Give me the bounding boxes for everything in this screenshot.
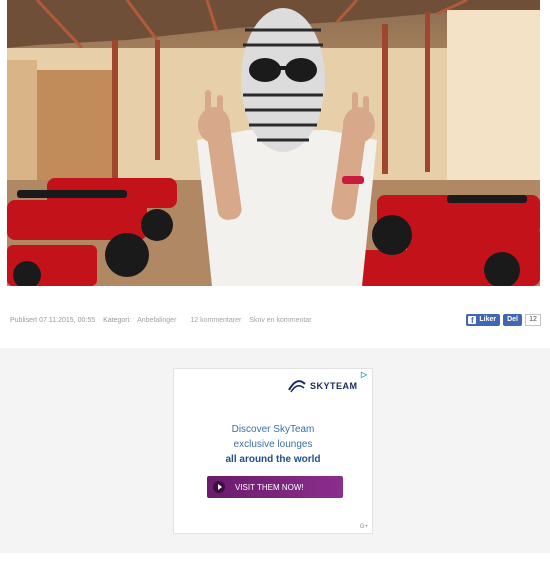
play-icon: [213, 481, 225, 493]
share-label: Del: [507, 316, 518, 323]
write-comment-link[interactable]: Skriv en kommentar: [249, 317, 311, 324]
category-link[interactable]: Anbefalinger: [137, 317, 176, 324]
facebook-buttons: f Liker Del 12: [466, 313, 541, 326]
adchoices-icon[interactable]: ▷: [361, 370, 370, 379]
brand-name: SKYTEAM: [310, 381, 358, 391]
ad-headline-1: Discover SkyTeam: [231, 424, 315, 435]
facebook-share-button[interactable]: Del: [503, 313, 522, 326]
visit-now-button[interactable]: VISIT THEM NOW!: [207, 476, 343, 498]
skyteam-logo-icon: [288, 380, 306, 393]
photo-illustration: [7, 0, 540, 286]
category-label: Kategori:: [103, 317, 132, 324]
ad-section: ▷ SKYTEAM Discover SkyTeam exclusive lou…: [0, 348, 550, 553]
gplus-badge: G+: [359, 524, 368, 530]
advertisement[interactable]: ▷ SKYTEAM Discover SkyTeam exclusive lou…: [173, 368, 373, 534]
comments-link[interactable]: 12 kommentarer: [190, 317, 241, 324]
ad-headline-3: all around the world: [225, 454, 321, 465]
facebook-like-count: 12: [525, 313, 541, 326]
like-label: Liker: [479, 316, 497, 323]
cta-label: VISIT THEM NOW!: [235, 482, 304, 492]
published-date: Publisert 07.11.2015, 00:55: [10, 317, 96, 324]
facebook-logo-icon: f: [468, 315, 477, 325]
facebook-like-button[interactable]: f Liker: [466, 313, 501, 326]
skyteam-brand: SKYTEAM: [287, 376, 358, 396]
post-meta: Publisert 07.11.2015, 00:55 Kategori: Anb…: [10, 317, 318, 324]
ad-headline-2: exclusive lounges: [233, 439, 313, 450]
post-photo: [7, 0, 540, 286]
